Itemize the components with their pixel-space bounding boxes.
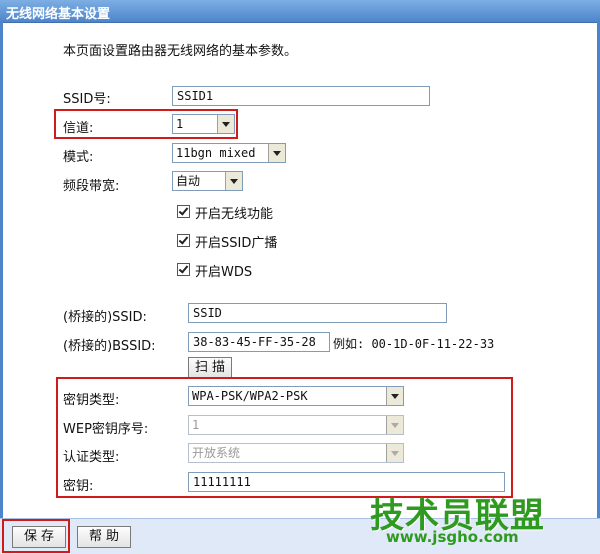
save-highlight xyxy=(2,519,70,553)
enable-wds-label: 开启WDS xyxy=(195,265,253,280)
bandwidth-select-value: 自动 xyxy=(176,174,201,188)
ssid-label: SSID号: xyxy=(63,92,111,107)
enable-wireless-checkbox[interactable] xyxy=(177,205,190,218)
enable-ssid-broadcast-label: 开启SSID广播 xyxy=(195,236,278,251)
mode-label: 模式: xyxy=(63,150,94,165)
enable-wds-checkbox[interactable] xyxy=(177,263,190,276)
window-title: 无线网络基本设置 xyxy=(6,7,111,22)
channel-highlight xyxy=(54,109,238,139)
chevron-down-icon[interactable] xyxy=(268,144,285,162)
frame-left-border xyxy=(0,22,3,527)
bridge-ssid-label: (桥接的)SSID: xyxy=(63,310,147,325)
mode-select[interactable]: 11bgn mixed xyxy=(172,143,286,163)
ssid-input[interactable]: SSID1 xyxy=(172,86,430,106)
help-button[interactable]: 帮助 xyxy=(77,526,131,548)
watermark-url: www.jsgho.com xyxy=(386,528,519,546)
bandwidth-select[interactable]: 自动 xyxy=(172,171,243,191)
scan-button[interactable]: 扫描 xyxy=(188,357,232,379)
bridge-bssid-input[interactable]: 38-83-45-FF-35-28 xyxy=(188,332,330,352)
intro-text: 本页面设置路由器无线网络的基本参数。 xyxy=(63,44,298,59)
bandwidth-label: 频段带宽: xyxy=(63,179,120,194)
mode-select-value: 11bgn mixed xyxy=(176,146,256,160)
bridge-bssid-label: (桥接的)BSSID: xyxy=(63,339,156,354)
chevron-down-icon[interactable] xyxy=(225,172,242,190)
security-highlight xyxy=(56,377,513,498)
bridge-ssid-input[interactable]: SSID xyxy=(188,303,447,323)
bssid-example: 例如: 00-1D-0F-11-22-33 xyxy=(333,337,495,351)
title-bar: 无线网络基本设置 xyxy=(0,0,600,23)
enable-wireless-label: 开启无线功能 xyxy=(195,207,274,222)
enable-ssid-broadcast-checkbox[interactable] xyxy=(177,234,190,247)
